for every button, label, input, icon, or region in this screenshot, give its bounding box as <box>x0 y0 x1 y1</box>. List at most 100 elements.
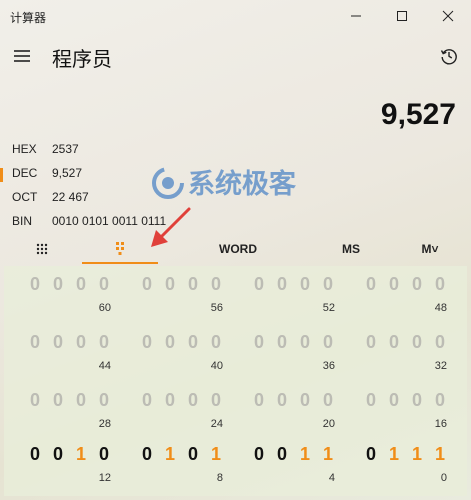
bit-toggle-button[interactable]: 0 <box>321 332 335 353</box>
bit-toggle-button[interactable]: 0 <box>410 332 424 353</box>
bit-toggle-button[interactable]: 0 <box>97 274 111 295</box>
bit-toggle-button[interactable]: 0 <box>321 390 335 411</box>
watermark: 系统极客 <box>148 162 328 204</box>
tab-ms[interactable]: MS <box>326 232 376 266</box>
bit-toggle-button[interactable]: 0 <box>275 390 289 411</box>
maximize-icon <box>397 11 407 21</box>
active-tab-indicator <box>82 262 158 264</box>
bit-toggle-button[interactable]: 0 <box>51 444 65 465</box>
bit-toggle-button[interactable]: 1 <box>74 444 88 465</box>
bit-toggle-button[interactable]: 0 <box>364 390 378 411</box>
bit-toggle-button[interactable]: 0 <box>252 274 266 295</box>
bit-toggle-button[interactable]: 0 <box>387 390 401 411</box>
base-label: BIN <box>12 214 33 228</box>
bit-toggle-button[interactable]: 0 <box>186 390 200 411</box>
minimize-icon <box>351 15 361 17</box>
bit-position-label: 36 <box>322 360 335 372</box>
bit-toggle-button[interactable]: 1 <box>209 444 223 465</box>
bit-toggle-button[interactable]: 1 <box>387 444 401 465</box>
bit-toggle-button[interactable]: 0 <box>298 274 312 295</box>
keypad-tabs: WORD MS M˅ <box>0 232 471 266</box>
hamburger-icon <box>14 50 30 62</box>
bit-toggle-button[interactable]: 1 <box>163 444 177 465</box>
bit-toggle-panel: 0 0 0 0 0 0 0 0 0 0 0 0 0 0 0 0 60 56 52 48 000000000000000… <box>4 266 467 496</box>
bit-toggle-button[interactable]: 0 <box>51 332 65 353</box>
bit-toggle-button[interactable]: 0 <box>433 332 447 353</box>
bit-toggle-button[interactable]: 0 <box>74 274 88 295</box>
bit-toggle-button[interactable]: 0 <box>74 390 88 411</box>
bit-toggle-button[interactable]: 1 <box>433 444 447 465</box>
bit-toggle-button[interactable]: 0 <box>364 444 378 465</box>
bit-toggle-button[interactable]: 0 <box>51 274 65 295</box>
bit-toggle-button[interactable]: 0 <box>252 332 266 353</box>
minimize-button[interactable] <box>333 0 379 32</box>
bit-toggle-button[interactable]: 0 <box>97 390 111 411</box>
bit-toggle-button[interactable]: 0 <box>433 274 447 295</box>
base-label: DEC <box>12 166 38 180</box>
bit-toggle-button[interactable]: 0 <box>186 332 200 353</box>
history-button[interactable] <box>433 40 465 72</box>
bit-toggle-button[interactable]: 0 <box>28 332 42 353</box>
bit-toggle-button[interactable]: 0 <box>252 390 266 411</box>
bit-toggle-button[interactable]: 0 <box>298 332 312 353</box>
bit-toggle-button[interactable]: 1 <box>321 444 335 465</box>
bit-toggle-button[interactable]: 0 <box>74 332 88 353</box>
tab-bit-toggle[interactable] <box>82 232 158 266</box>
bit-position-label: 0 <box>440 472 447 484</box>
menu-button[interactable] <box>6 40 38 72</box>
bit-row: 0 0 0 0 0 0 0 0 0 0 0 0 0 0 0 0 28 24 20 16 <box>4 386 467 438</box>
base-value: 2537 <box>52 142 79 156</box>
bit-toggle-button[interactable]: 0 <box>140 444 154 465</box>
bit-toggle-button[interactable]: 0 <box>364 332 378 353</box>
tab-keypad[interactable] <box>20 232 64 266</box>
bit-toggle-button[interactable]: 0 <box>28 274 42 295</box>
bit-toggle-button[interactable]: 0 <box>275 332 289 353</box>
bit-toggle-button[interactable]: 0 <box>28 390 42 411</box>
bit-toggle-button[interactable]: 0 <box>252 444 266 465</box>
bit-toggle-button[interactable]: 0 <box>410 274 424 295</box>
base-label: HEX <box>12 142 37 156</box>
tab-memory-list[interactable]: M˅ <box>410 232 450 266</box>
bit-toggle-button[interactable]: 0 <box>186 444 200 465</box>
bit-toggle-button[interactable]: 0 <box>140 390 154 411</box>
bit-toggle-button[interactable]: 0 <box>275 274 289 295</box>
bit-toggle-button[interactable]: 1 <box>298 444 312 465</box>
bit-toggle-button[interactable]: 0 <box>140 332 154 353</box>
bit-toggle-button[interactable]: 0 <box>410 390 424 411</box>
bit-toggle-button[interactable]: 1 <box>410 444 424 465</box>
bit-position-label: 56 <box>210 302 223 314</box>
bit-toggle-button[interactable]: 0 <box>163 332 177 353</box>
bit-toggle-button[interactable]: 0 <box>163 274 177 295</box>
tab-word[interactable]: WORD <box>210 232 266 266</box>
bit-position-label: 40 <box>210 360 223 372</box>
bit-toggle-button[interactable]: 0 <box>163 390 177 411</box>
bit-toggle-button[interactable]: 0 <box>321 274 335 295</box>
bit-toggle-button[interactable]: 0 <box>28 444 42 465</box>
close-button[interactable] <box>425 0 471 32</box>
header: 程序员 <box>0 32 471 80</box>
bit-row: 0 0 0 0 0 0 0 0 0 0 0 0 0 0 0 0 60 56 52 48 <box>4 270 467 322</box>
close-icon <box>442 10 454 22</box>
bit-toggle-button[interactable]: 0 <box>186 274 200 295</box>
bit-toggle-button[interactable]: 0 <box>97 332 111 353</box>
maximize-button[interactable] <box>379 0 425 32</box>
bit-toggle-button[interactable]: 0 <box>209 390 223 411</box>
bit-toggle-button[interactable]: 0 <box>275 444 289 465</box>
bit-toggle-button[interactable]: 0 <box>209 274 223 295</box>
bit-toggle-button[interactable]: 0 <box>209 332 223 353</box>
watermark-text: 系统极客 <box>188 168 297 200</box>
bit-toggle-button[interactable]: 0 <box>97 444 111 465</box>
bit-toggle-button[interactable]: 0 <box>298 390 312 411</box>
watermark-logo-icon <box>152 167 184 199</box>
bit-position-label: 52 <box>322 302 335 314</box>
bit-toggle-button[interactable]: 0 <box>51 390 65 411</box>
bit-toggle-button[interactable]: 0 <box>433 390 447 411</box>
bit-position-label: 48 <box>434 302 447 314</box>
bit-position-label: 44 <box>98 360 111 372</box>
bit-toggle-button[interactable]: 0 <box>140 274 154 295</box>
bit-toggle-button[interactable]: 0 <box>387 274 401 295</box>
bit-toggle-button[interactable]: 0 <box>387 332 401 353</box>
selected-indicator <box>0 168 3 182</box>
base-row-hex[interactable]: HEX 2537 <box>0 140 300 164</box>
bit-toggle-button[interactable]: 0 <box>364 274 378 295</box>
